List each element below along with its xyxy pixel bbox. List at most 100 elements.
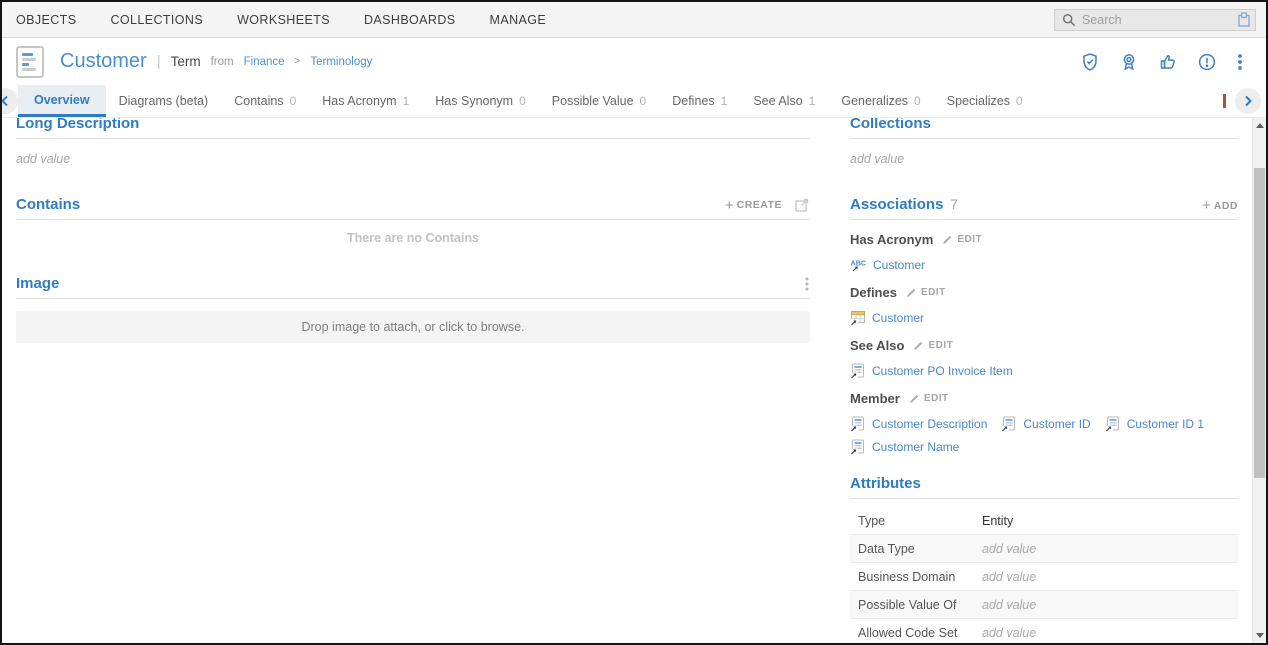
tab-partial-clipped[interactable] [1223, 94, 1226, 108]
plus-icon: + [1202, 198, 1211, 213]
search-icon [1062, 13, 1076, 27]
long-description-add-value[interactable]: add value [16, 152, 810, 166]
tab-has-acronym[interactable]: Has Acronym1 [309, 85, 422, 117]
link-customer-description[interactable]: Customer Description [850, 416, 987, 432]
pencil-icon [913, 340, 924, 351]
nav-item-dashboards[interactable]: DASHBOARDS [364, 13, 456, 27]
search-scope-icon[interactable] [1238, 12, 1250, 27]
tabs-scroll-left-button[interactable] [0, 88, 18, 114]
nav-item-worksheets[interactable]: WORKSHEETS [237, 13, 330, 27]
attr-row-allowed-code-set: Allowed Code Set add value [850, 619, 1238, 643]
add-association-button[interactable]: + ADD [1202, 198, 1238, 213]
object-type-label: Term [171, 54, 201, 69]
link-entity-customer[interactable]: Customer [850, 310, 924, 326]
governance-shield-icon[interactable] [1080, 52, 1100, 72]
associations-title: Associations 7 [850, 196, 958, 213]
tab-spacer [1036, 85, 1223, 117]
attr-value-allowed-code-set[interactable]: add value [982, 626, 1036, 640]
open-contains-external-icon[interactable] [794, 197, 810, 213]
edit-has-acronym-button[interactable]: EDIT [942, 234, 982, 245]
thumbs-up-icon[interactable] [1158, 52, 1178, 72]
image-title: Image [16, 275, 59, 292]
tab-bar: Overview Diagrams (beta) Contains0 Has A… [2, 85, 1266, 118]
contains-empty-message: There are no Contains [16, 231, 810, 245]
chevron-right-icon [1243, 95, 1253, 107]
term-doc-icon [850, 439, 866, 455]
associations-section-header: Associations 7 + ADD [850, 166, 1238, 220]
term-document-icon [16, 46, 44, 78]
tab-see-also[interactable]: See Also1 [740, 85, 828, 117]
attr-row-type: Type Entity [850, 507, 1238, 535]
breadcrumb-separator: > [295, 56, 301, 67]
assoc-group-see-also: See Also EDIT Customer PO Invoice Item [850, 338, 1238, 379]
collections-section-header: Collections [850, 118, 1238, 139]
certification-medal-icon[interactable] [1119, 52, 1139, 72]
attr-row-possible-value-of: Possible Value Of add value [850, 591, 1238, 619]
associations-count: 7 [950, 197, 958, 212]
title-actions [1080, 52, 1252, 72]
link-customer-po-invoice-item[interactable]: Customer PO Invoice Item [850, 363, 1013, 379]
link-acronym-customer[interactable]: ABC Customer [850, 257, 925, 273]
pencil-icon [906, 287, 917, 298]
link-customer-name[interactable]: Customer Name [850, 439, 959, 455]
kebab-menu-icon[interactable] [1236, 52, 1244, 72]
alert-info-icon[interactable] [1197, 52, 1217, 72]
term-doc-icon [850, 416, 866, 432]
acronym-abc-icon: ABC [850, 257, 867, 273]
edit-see-also-button[interactable]: EDIT [913, 340, 953, 351]
right-column: Collections add value Associations 7 + A… [850, 118, 1238, 643]
pencil-icon [909, 393, 920, 404]
breadcrumb-parent[interactable]: Finance [244, 56, 285, 68]
collections-add-value[interactable]: add value [850, 152, 1238, 166]
breadcrumb-child[interactable]: Terminology [310, 56, 372, 68]
scrollbar-thumb[interactable] [1254, 168, 1265, 478]
link-customer-id[interactable]: Customer ID [1001, 416, 1090, 432]
create-contains-button[interactable]: + CREATE [725, 198, 782, 213]
tab-diagrams-beta[interactable]: Diagrams (beta) [106, 85, 222, 117]
tab-has-synonym[interactable]: Has Synonym0 [422, 85, 539, 117]
edit-member-button[interactable]: EDIT [909, 393, 949, 404]
tabs-scroll-right-button[interactable] [1235, 88, 1261, 114]
nav-item-manage[interactable]: MANAGE [490, 13, 547, 27]
attr-value-possible-value-of[interactable]: add value [982, 598, 1036, 612]
scrollbar-up-arrow[interactable] [1256, 123, 1264, 128]
attr-value-business-domain[interactable]: add value [982, 570, 1036, 584]
attr-value-type[interactable]: Entity [982, 514, 1013, 528]
image-kebab-menu-icon[interactable] [804, 276, 810, 292]
tab-defines[interactable]: Defines1 [659, 85, 740, 117]
left-column: Long Description add value Contains + CR… [16, 118, 826, 643]
search-input[interactable] [1082, 13, 1232, 27]
nav-item-collections[interactable]: COLLECTIONS [110, 13, 203, 27]
attr-row-data-type: Data Type add value [850, 535, 1238, 563]
contains-title: Contains [16, 196, 80, 213]
tab-generalizes[interactable]: Generalizes0 [828, 85, 933, 117]
term-doc-icon [1105, 416, 1121, 432]
nav-item-objects[interactable]: OBJECTS [16, 13, 76, 27]
image-drop-zone[interactable]: Drop image to attach, or click to browse… [16, 311, 810, 343]
entity-table-icon [850, 310, 866, 326]
from-label: from [211, 56, 234, 68]
assoc-group-has-acronym: Has Acronym EDIT ABC Customer [850, 232, 1238, 273]
link-customer-id-1[interactable]: Customer ID 1 [1105, 416, 1204, 432]
long-description-title: Long Description [16, 118, 139, 132]
term-doc-icon [850, 363, 866, 379]
scrollbar-down-arrow[interactable] [1256, 633, 1264, 638]
page-title: Customer [60, 50, 147, 73]
attr-value-data-type[interactable]: add value [982, 542, 1036, 556]
plus-icon: + [725, 198, 734, 213]
tab-possible-value[interactable]: Possible Value0 [539, 85, 659, 117]
chevron-left-icon [0, 95, 10, 107]
title-bar: Customer | Term from Finance > Terminolo… [2, 38, 1266, 85]
svg-text:ABC: ABC [851, 259, 867, 268]
search-box[interactable] [1054, 9, 1256, 31]
tab-specializes[interactable]: Specializes0 [934, 85, 1036, 117]
app-window: OBJECTS COLLECTIONS WORKSHEETS DASHBOARD… [0, 0, 1268, 645]
tab-overview[interactable]: Overview [18, 85, 106, 117]
title-separator: | [157, 53, 161, 70]
edit-defines-button[interactable]: EDIT [906, 287, 946, 298]
tab-contains[interactable]: Contains0 [221, 85, 309, 117]
overview-content: Long Description add value Contains + CR… [2, 118, 1266, 643]
vertical-scrollbar[interactable] [1252, 118, 1266, 643]
long-description-section-header: Long Description [16, 118, 810, 139]
top-nav: OBJECTS COLLECTIONS WORKSHEETS DASHBOARD… [2, 2, 1266, 38]
